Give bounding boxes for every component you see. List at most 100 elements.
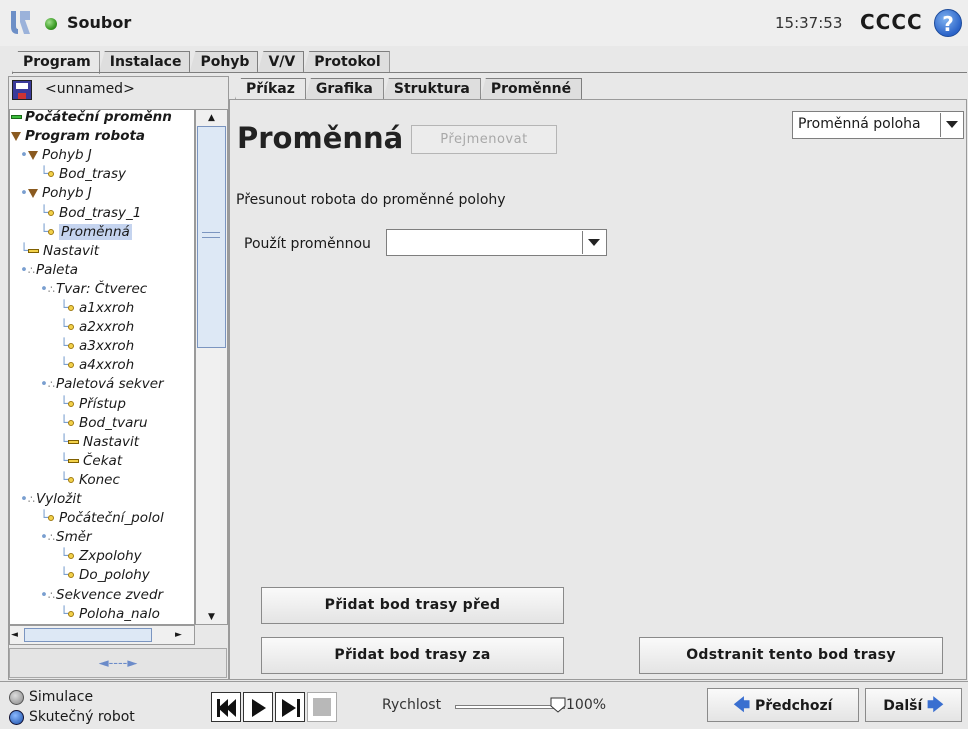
tree-node-label: Bod_tvaru: [79, 414, 148, 431]
node-title: Proměnná: [237, 121, 404, 155]
real-robot-radio[interactable]: [9, 710, 24, 725]
pallet-icon: ∴: [48, 378, 55, 392]
tree-node-label: Bod_trasy: [59, 166, 126, 183]
speed-value: 100%: [566, 697, 607, 713]
tree-node-label: Konec: [79, 471, 120, 488]
tree-node[interactable]: └ Konec: [60, 471, 120, 490]
tree-node[interactable]: └ Do_polohy: [60, 566, 150, 585]
tab-divider: [12, 72, 967, 73]
chevron-down-icon[interactable]: [940, 113, 962, 137]
next-button[interactable]: Další 🡆: [865, 688, 962, 722]
tab-structure[interactable]: Struktura: [382, 78, 481, 100]
waypoint-icon: [68, 476, 74, 483]
waypoint-icon: [68, 610, 74, 617]
tree-connector-icon: └: [60, 548, 69, 565]
tree-node[interactable]: •∴ Vyložit: [20, 490, 81, 509]
status-ok-icon: [45, 18, 57, 30]
save-icon[interactable]: [12, 80, 32, 100]
tab-log[interactable]: Protokol: [303, 51, 390, 73]
scroll-down-icon[interactable]: ▼: [197, 610, 226, 624]
tree-connector-icon: └: [40, 510, 49, 527]
tree-node-label: Pohyb J: [42, 185, 92, 202]
program-tree[interactable]: Počáteční proměnn Program robota • Pohyb J └…: [9, 109, 195, 625]
speed-slider[interactable]: [455, 705, 565, 709]
play-button[interactable]: [243, 692, 273, 722]
skip-to-start-button[interactable]: [211, 692, 241, 722]
tab-variables[interactable]: Proměnné: [479, 78, 583, 100]
tree-node-label: Program robota: [25, 128, 146, 145]
robot-name: CCCC: [860, 10, 923, 34]
tree-node[interactable]: └ Bod_trasy_1: [40, 204, 141, 223]
tab-graphics[interactable]: Grafika: [304, 78, 384, 100]
command-description: Přesunout robota do proměnné polohy: [236, 192, 506, 208]
tree-node[interactable]: └ Počáteční_polol: [40, 509, 164, 528]
tree-connector-icon: •: [20, 147, 28, 164]
collapse-panel-button[interactable]: ◄----►: [9, 648, 227, 678]
tree-connector-icon: •: [40, 529, 48, 546]
play-icon: [252, 699, 266, 717]
scroll-h-thumb[interactable]: [24, 628, 152, 642]
tree-node-label: Do_polohy: [79, 567, 150, 584]
tree-node[interactable]: └ a3xxroh: [60, 337, 134, 356]
tree-node[interactable]: └ Poloha_nalo: [60, 605, 160, 624]
speed-slider-thumb[interactable]: [550, 697, 566, 713]
help-icon[interactable]: ?: [934, 9, 962, 37]
waypoint-type-value: Proměnná poloha: [798, 116, 921, 132]
add-waypoint-before-button[interactable]: Přidat bod trasy před: [261, 587, 564, 624]
tree-node[interactable]: └ a4xxroh: [60, 356, 134, 375]
add-waypoint-after-button[interactable]: Přidat bod trasy za: [261, 637, 564, 674]
tree-node[interactable]: •∴ Tvar: Čtverec: [40, 280, 147, 299]
tab-command[interactable]: Příkaz: [235, 78, 306, 100]
step-button[interactable]: [275, 692, 305, 722]
tree-node[interactable]: Počáteční proměnn: [11, 110, 172, 127]
tree-node-label: Bod_trasy_1: [59, 204, 142, 221]
tree-node[interactable]: •∴ Paletová sekver: [40, 375, 164, 394]
tree-connector-icon: └: [60, 395, 69, 412]
scroll-left-icon[interactable]: ◄: [11, 628, 21, 642]
tree-connector-icon: └: [60, 319, 69, 336]
simulation-radio[interactable]: [9, 690, 24, 705]
tree-node[interactable]: •∴ Směr: [40, 528, 92, 547]
tab-move[interactable]: Pohyb: [189, 51, 259, 73]
use-variable-select[interactable]: [386, 229, 607, 256]
tree-node[interactable]: • Pohyb J: [20, 146, 92, 165]
arrow-right-icon: 🡆: [927, 695, 944, 714]
tree-node[interactable]: └ a1xxroh: [60, 299, 134, 318]
tree-node[interactable]: └ a2xxroh: [60, 318, 134, 337]
tree-node[interactable]: └ Přístup: [60, 395, 126, 414]
tree-node[interactable]: └ Bod_trasy: [40, 165, 126, 184]
stop-button[interactable]: [307, 692, 337, 722]
scroll-up-icon[interactable]: ▲: [197, 111, 226, 125]
tree-node[interactable]: └ Bod_tvaru: [60, 414, 148, 433]
tree-node[interactable]: └ Nastavit: [60, 433, 139, 452]
chevron-down-icon[interactable]: [582, 231, 605, 254]
tab-installation[interactable]: Instalace: [98, 51, 191, 73]
tree-node[interactable]: └ Zxpolohy: [60, 547, 142, 566]
tab-io[interactable]: V/V: [257, 51, 305, 73]
tree-node[interactable]: •∴ Paleta: [20, 261, 78, 280]
rename-button[interactable]: Přejmenovat: [411, 125, 557, 154]
file-menu[interactable]: Soubor: [67, 13, 131, 32]
tree-node[interactable]: └ Nastavit: [20, 242, 99, 261]
tree-node[interactable]: Program robota: [11, 127, 145, 146]
tree-node[interactable]: •∴ Sekvence zvedr: [40, 586, 163, 605]
waypoint-icon: [68, 572, 74, 579]
tree-connector-icon: └: [60, 300, 69, 316]
tree-node[interactable]: └ Proměnná: [40, 223, 132, 242]
tree-connector-icon: └: [40, 223, 49, 240]
tree-connector-icon: └: [60, 567, 69, 584]
simulation-label: Simulace: [29, 689, 94, 705]
waypoint-icon: [48, 515, 54, 522]
main-tabs: Program Instalace Pohyb V/V Protokol: [12, 51, 390, 74]
stop-icon: [313, 698, 331, 716]
set-icon: [68, 458, 79, 463]
tab-program[interactable]: Program: [12, 51, 100, 74]
tree-node[interactable]: • Pohyb J: [20, 184, 92, 203]
tree-node-label: Směr: [56, 529, 92, 546]
tree-node-label: a4xxroh: [79, 357, 135, 374]
tree-node[interactable]: └ Čekat: [60, 452, 122, 471]
remove-waypoint-button[interactable]: Odstranit tento bod trasy: [639, 637, 943, 674]
scroll-right-icon[interactable]: ►: [175, 628, 189, 642]
previous-button[interactable]: 🡄 Předchozí: [707, 688, 859, 722]
arrow-left-icon: 🡄: [733, 695, 751, 714]
